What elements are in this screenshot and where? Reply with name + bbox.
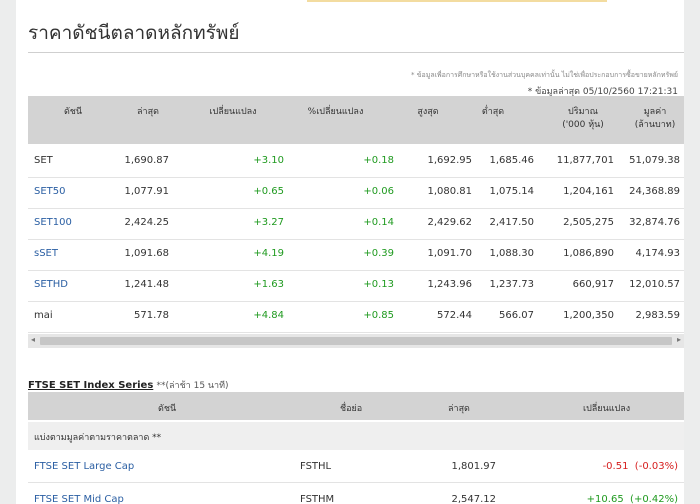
cell-high: 1,692.95 [427, 155, 472, 166]
ftse-row: FTSE SET Large Cap FSTHL 1,801.97 -0.51 (-0… [28, 452, 684, 483]
index-name: SET [34, 155, 53, 166]
table-row: SET100 2,424.25 +3.27 +0.14 2,429.62 2,417.50… [28, 208, 684, 240]
ftse-last: 2,547.12 [451, 494, 496, 504]
cell-pct-change: +0.85 [363, 310, 394, 321]
cell-low: 2,417.50 [489, 217, 534, 228]
cell-low: 1,685.46 [489, 155, 534, 166]
ftse-section-title: FTSE SET Index Series **(ล่าช้า 15 นาที) [28, 378, 229, 392]
cell-pct-change: +0.18 [363, 155, 394, 166]
cell-value: 24,368.89 [629, 186, 680, 197]
ftse-group-row: แบ่งตามมูลค่าตามราคาตลาด ** [28, 422, 684, 450]
scrollbar-thumb[interactable] [40, 337, 672, 345]
cell-change: +3.27 [253, 217, 284, 228]
cell-last: 1,241.48 [124, 279, 169, 290]
cell-change: +0.65 [253, 186, 284, 197]
table-row: SET 1,690.87 +3.10 +0.18 1,692.95 1,685.46 11,… [28, 146, 684, 178]
cell-high: 2,429.62 [427, 217, 472, 228]
col-index: ดัชนี [63, 107, 83, 117]
cell-pct-change: +0.06 [363, 186, 394, 197]
ftse-col-last: ล่าสุด [448, 404, 470, 414]
cell-low: 566.07 [499, 310, 534, 321]
table-row: mai 571.78 +4.84 +0.85 572.44 566.07 1,200,350… [28, 301, 684, 333]
cell-volume: 2,505,275 [563, 217, 614, 228]
cell-last: 1,690.87 [124, 155, 169, 166]
cell-low: 1,075.14 [489, 186, 534, 197]
index-name[interactable]: SET100 [34, 217, 72, 228]
cell-high: 1,243.96 [427, 279, 472, 290]
cell-last: 1,091.68 [124, 248, 169, 259]
col-volume: ปริมาณ ('000 หุ้น) [548, 106, 618, 132]
cell-low: 1,237.73 [489, 279, 534, 290]
page-title: ราคาดัชนีตลาดหลักทรัพย์ [28, 22, 240, 44]
ftse-title-link[interactable]: FTSE SET Index Series [28, 380, 153, 391]
index-name[interactable]: sSET [34, 248, 58, 259]
index-table-header: ดัชนี ล่าสุด เปลี่ยนแปลง %เปลี่ยนแปลง สู… [28, 96, 684, 144]
scroll-left-icon[interactable]: ◂ [31, 335, 35, 344]
table-row: SET50 1,077.91 +0.65 +0.06 1,080.81 1,075.14 1… [28, 177, 684, 209]
cell-value: 32,874.76 [629, 217, 680, 228]
ftse-change: +10.65 (+0.42%) [586, 494, 678, 504]
cell-pct-change: +0.13 [363, 279, 394, 290]
index-name[interactable]: SET50 [34, 186, 66, 197]
ftse-col-change: เปลี่ยนแปลง [583, 404, 631, 414]
col-pct-change: %เปลี่ยนแปลง [307, 107, 364, 117]
cell-value: 12,010.57 [629, 279, 680, 290]
ftse-col-symbol: ชื่อย่อ [340, 404, 363, 414]
cell-volume: 1,204,161 [563, 186, 614, 197]
ftse-index-name[interactable]: FTSE SET Large Cap [34, 461, 134, 472]
ftse-last: 1,801.97 [451, 461, 496, 472]
ftse-row: FTSE SET Mid Cap FSTHM 2,547.12 +10.65 (+0.… [28, 485, 684, 504]
cell-change: +4.19 [253, 248, 284, 259]
ftse-col-index: ดัชนี [158, 404, 177, 414]
ftse-delay-note: **(ล่าช้า 15 นาที) [156, 381, 229, 391]
cell-volume: 660,917 [572, 279, 614, 290]
table-row: SETHD 1,241.48 +1.63 +0.13 1,243.96 1,237.73 6… [28, 270, 684, 302]
ftse-change: -0.51 (-0.03%) [602, 461, 678, 472]
cell-low: 1,088.30 [489, 248, 534, 259]
cell-high: 1,091.70 [427, 248, 472, 259]
cell-high: 572.44 [437, 310, 472, 321]
col-last: ล่าสุด [137, 107, 159, 117]
cell-volume: 1,086,890 [563, 248, 614, 259]
top-accent-bar [307, 0, 607, 2]
ftse-symbol: FSTHL [300, 461, 332, 472]
cell-value: 51,079.38 [629, 155, 680, 166]
market-index-panel: ราคาดัชนีตลาดหลักทรัพย์ * ข้อมูลเพื่อการ… [16, 0, 684, 504]
ftse-group-label: แบ่งตามมูลค่าตามราคาตลาด ** [34, 433, 162, 443]
col-change: เปลี่ยนแปลง [209, 107, 257, 117]
col-value-unit: (ล้านบาท) [634, 120, 676, 130]
cell-change: +1.63 [253, 279, 284, 290]
scroll-right-icon[interactable]: ▸ [677, 335, 681, 344]
cell-last: 1,077.91 [124, 186, 169, 197]
col-value: มูลค่า (ล้านบาท) [626, 106, 684, 132]
disclaimer-note: * ข้อมูลเพื่อการศึกษาหรือใช้งานส่วนบุคคล… [411, 71, 678, 79]
cell-change: +3.10 [253, 155, 284, 166]
cell-last: 571.78 [134, 310, 169, 321]
title-divider [28, 52, 684, 53]
cell-pct-change: +0.14 [363, 217, 394, 228]
cell-pct-change: +0.39 [363, 248, 394, 259]
ftse-symbol: FSTHM [300, 494, 335, 504]
col-volume-label: ปริมาณ [568, 107, 598, 117]
horizontal-scrollbar[interactable]: ◂ ▸ [28, 334, 684, 348]
ftse-index-name[interactable]: FTSE SET Mid Cap [34, 494, 124, 504]
table-row: sSET 1,091.68 +4.19 +0.39 1,091.70 1,088.30 1,… [28, 239, 684, 271]
cell-volume: 1,200,350 [563, 310, 614, 321]
cell-volume: 11,877,701 [556, 155, 614, 166]
index-name: mai [34, 310, 53, 321]
col-low: ต่ำสุด [481, 107, 505, 117]
cell-value: 2,983.59 [635, 310, 680, 321]
cell-value: 4,174.93 [635, 248, 680, 259]
cell-change: +4.84 [253, 310, 284, 321]
ftse-table-header: ดัชนี ชื่อย่อ ล่าสุด เปลี่ยนแปลง [28, 392, 684, 420]
cell-high: 1,080.81 [427, 186, 472, 197]
col-value-label: มูลค่า [643, 107, 667, 117]
cell-last: 2,424.25 [124, 217, 169, 228]
col-volume-unit: ('000 หุ้น) [562, 120, 604, 130]
index-name[interactable]: SETHD [34, 279, 68, 290]
col-high: สูงสุด [417, 107, 439, 117]
